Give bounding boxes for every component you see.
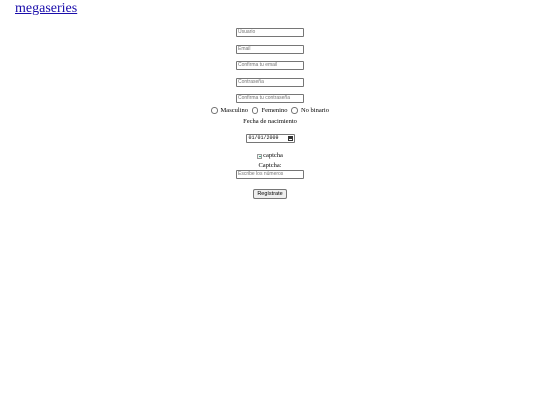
calendar-icon[interactable]: [287, 136, 293, 141]
birth-date-label: Fecha de nacimiento: [243, 118, 297, 125]
username-input[interactable]: [236, 28, 304, 37]
gender-option-label: Masculino: [220, 107, 248, 114]
password-confirm-input[interactable]: [236, 94, 304, 103]
captcha-image-alt: captcha: [263, 152, 283, 159]
captcha-label: Captcha:: [258, 161, 282, 169]
captcha-section: captcha Captcha:: [0, 152, 540, 179]
gender-radio-group: Masculino Femenino No binario: [0, 106, 540, 115]
broken-image-icon: [257, 153, 263, 159]
gender-option-label: No binario: [300, 107, 329, 114]
email-input[interactable]: [236, 44, 304, 54]
site-logo-link[interactable]: megaseries: [15, 1, 77, 17]
birth-date-input[interactable]: 01/01/2009: [245, 134, 295, 143]
gender-option-femenino[interactable]: Femenino: [251, 106, 288, 115]
register-button[interactable]: Regístrate: [253, 188, 287, 199]
gender-option-label: Femenino: [261, 107, 288, 114]
password-input[interactable]: [236, 77, 304, 87]
birth-date-value: 01/01/2009: [248, 135, 279, 141]
radio-button[interactable]: [291, 107, 298, 114]
email-confirm-input[interactable]: [236, 61, 304, 70]
captcha-input[interactable]: [236, 169, 304, 179]
gender-option-no-binario[interactable]: No binario: [291, 106, 329, 115]
captcha-image: captcha: [257, 152, 283, 160]
registration-page: megaseries Masculino Femenino No binario…: [0, 0, 540, 405]
gender-option-masculino[interactable]: Masculino: [211, 106, 248, 115]
radio-button[interactable]: [211, 107, 218, 114]
radio-button[interactable]: [251, 107, 259, 114]
registration-form: Masculino Femenino No binario Fecha de n…: [0, 28, 540, 200]
